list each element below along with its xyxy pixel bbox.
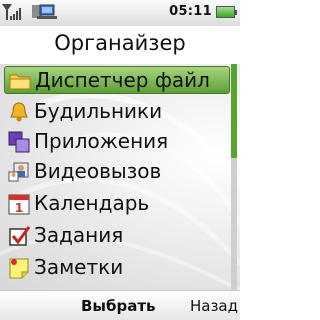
- screen: 05:11 Органайзер Диспетчер файл Будильни: [0, 0, 240, 320]
- clock: 05:11: [169, 4, 212, 19]
- signal-strength-icon: [2, 4, 21, 20]
- menu-item-label: Диспетчер файл: [35, 68, 210, 92]
- menu-item-label: Календарь: [34, 191, 150, 215]
- menu-item-file-manager[interactable]: Диспетчер файл: [4, 66, 230, 94]
- menu-item-label: Заметки: [34, 255, 124, 279]
- menu-item-calendar[interactable]: 1 Календарь: [4, 190, 230, 218]
- menu-item-applications[interactable]: Приложения: [4, 128, 230, 156]
- scrollbar-thumb[interactable]: [231, 64, 237, 158]
- select-softkey[interactable]: Выбрать: [81, 297, 156, 315]
- menu-item-label: Задания: [34, 223, 124, 247]
- battery-icon: [216, 6, 237, 18]
- menu-item-notes[interactable]: Заметки: [4, 254, 230, 282]
- laptop-connection-icon: [37, 4, 57, 19]
- scrollbar[interactable]: [231, 64, 237, 290]
- softkey-bar: Выбрать Назад: [0, 290, 240, 320]
- menu-item-video-call[interactable]: Видеовызов: [4, 158, 230, 186]
- menu-item-label: Будильники: [34, 99, 163, 123]
- menu-item-tasks[interactable]: Задания: [4, 222, 230, 250]
- menu-item-label: Приложения: [34, 129, 169, 153]
- svg-text:1: 1: [15, 201, 23, 215]
- note-icon: [9, 258, 29, 279]
- menu-item-alarms[interactable]: Будильники: [4, 98, 230, 126]
- title-bar: Органайзер: [0, 26, 240, 65]
- menu-item-label: Видеовызов: [34, 159, 162, 183]
- calendar-icon: 1: [8, 194, 30, 215]
- video-call-icon: [8, 162, 29, 182]
- apps-icon: [8, 131, 30, 153]
- page-title: Органайзер: [54, 31, 186, 55]
- checkbox-icon: [9, 226, 30, 246]
- folder-icon: [9, 74, 31, 90]
- menu-list: Диспетчер файл Будильники Приложения Вид…: [0, 64, 240, 290]
- status-bar: 05:11: [0, 0, 240, 26]
- back-softkey[interactable]: Назад: [190, 297, 238, 315]
- bell-icon: [10, 102, 28, 122]
